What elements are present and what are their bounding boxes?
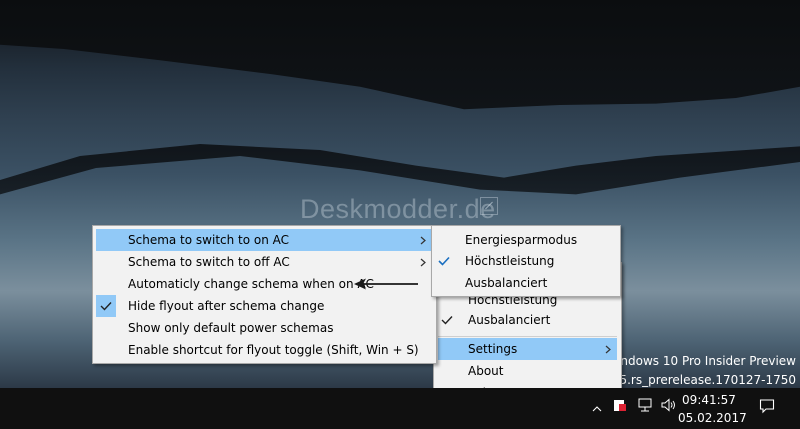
menu-item-label: Hide flyout after schema change [128,299,325,313]
menu-item-default-schemas-only[interactable]: Show only default power schemas [96,317,433,339]
wallpaper-mountain [0,0,800,110]
submenu-arrow-icon [417,229,429,251]
menu-item-hide-flyout[interactable]: Hide flyout after schema change [96,295,433,317]
clock-time: 09:41:57 [682,393,736,407]
menu-item-schema-on-ac[interactable]: Schema to switch to on AC [96,229,433,251]
schema-submenu: Energiesparmodus Höchstleistung Ausbalan… [431,225,621,297]
watermark-icon [480,197,498,215]
menu-item-label: Automaticly change schema when on AC [128,277,374,291]
menu-separator [438,336,617,337]
menu-item-label: Energiesparmodus [465,233,578,247]
clock-date: 05.02.2017 [678,411,747,425]
settings-context-menu: Schema to switch to on AC Schema to swit… [92,225,437,364]
tray-menu-item-about[interactable]: About [438,360,617,382]
volume-icon[interactable] [660,398,678,418]
power-app-icon[interactable] [612,398,628,418]
menu-item-label: About [468,364,504,378]
menu-item-label: Settings [468,342,518,356]
taskbar-clock[interactable]: 09:41:57 05.02.2017 [678,391,747,427]
chevron-up-icon[interactable] [590,398,604,418]
menu-item-schema-off-ac[interactable]: Schema to switch to off AC [96,251,433,273]
watermark-text: Deskmodder.de [300,194,496,224]
menu-item-label: Schema to switch to off AC [128,255,290,269]
menu-item-label: Ausbalanciert [468,313,551,327]
menu-item-label: Show only default power schemas [128,321,334,335]
network-icon[interactable] [636,398,654,418]
notification-icon[interactable] [758,398,776,418]
menu-item-label: Schema to switch to on AC [128,233,290,247]
submenu-arrow-icon [417,251,429,273]
menu-item-label: Enable shortcut for flyout toggle (Shift… [128,343,419,357]
checkmark-icon [435,250,453,272]
tray-menu-item-settings[interactable]: Settings [438,338,617,360]
checkmark-icon [96,295,116,317]
checkmark-icon [438,309,456,331]
menu-item-label: Ausbalanciert [465,276,548,290]
submenu-item-energiesparmodus[interactable]: Energiesparmodus [435,229,617,251]
submenu-item-hoechstleistung[interactable]: Höchstleistung [435,250,617,272]
menu-item-label: Höchstleistung [465,254,555,268]
submenu-item-ausbalanciert[interactable]: Ausbalanciert [435,272,617,294]
tray-menu-item-ausbalanciert[interactable]: Ausbalanciert [438,309,617,331]
submenu-arrow-icon [602,338,614,360]
annotation-arrow-icon [354,278,418,290]
menu-item-shortcut-toggle[interactable]: Enable shortcut for flyout toggle (Shift… [96,339,433,361]
